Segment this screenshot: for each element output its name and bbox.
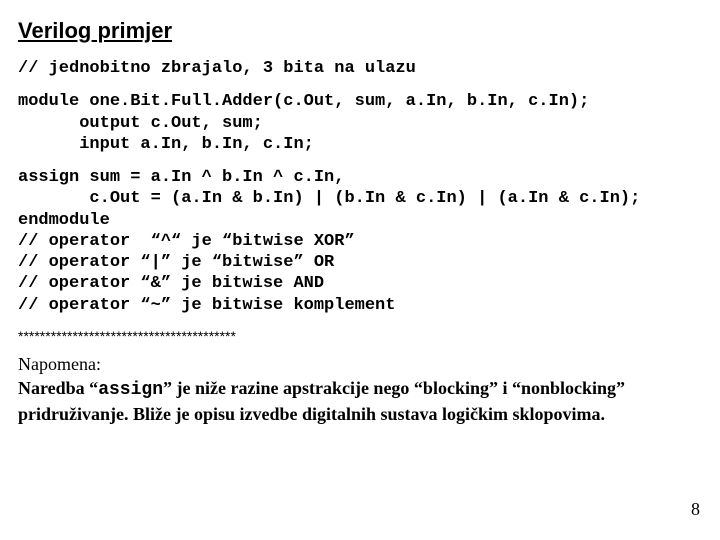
code-line: // operator “&” je bitwise AND xyxy=(18,274,324,293)
note-mono: assign xyxy=(98,380,163,400)
code-line: endmodule xyxy=(18,211,110,230)
code-block: module one.Bit.Full.Adder(c.Out, sum, a.… xyxy=(18,91,702,155)
page-number: 8 xyxy=(691,499,700,520)
code-line: input a.In, b.In, c.In; xyxy=(18,135,314,154)
code-line: output c.Out, sum; xyxy=(18,114,263,133)
code-comment: // jednobitno zbrajalo, 3 bita na ulazu xyxy=(18,59,416,78)
divider-stars: **************************************** xyxy=(18,328,702,344)
note-pre: Naredba “ xyxy=(18,378,98,398)
code-line: // operator “|” je “bitwise” OR xyxy=(18,253,334,272)
code-line: assign sum = a.In ^ b.In ^ c.In, xyxy=(18,168,344,187)
code-line: // operator “~” je bitwise komplement xyxy=(18,296,395,315)
code-block: assign sum = a.In ^ b.In ^ c.In, c.Out =… xyxy=(18,167,702,316)
slide-title: Verilog primjer xyxy=(18,18,702,44)
note-label: Napomena: xyxy=(18,352,702,376)
note-block: Napomena: Naredba “assign” je niže razin… xyxy=(18,352,702,427)
code-line: module one.Bit.Full.Adder(c.Out, sum, a.… xyxy=(18,92,589,111)
code-block: // jednobitno zbrajalo, 3 bita na ulazu xyxy=(18,58,702,79)
code-line: // operator “^“ je “bitwise XOR” xyxy=(18,232,355,251)
code-line: c.Out = (a.In & b.In) | (b.In & c.In) | … xyxy=(18,189,640,208)
note-body: Naredba “assign” je niže razine apstrakc… xyxy=(18,378,625,424)
